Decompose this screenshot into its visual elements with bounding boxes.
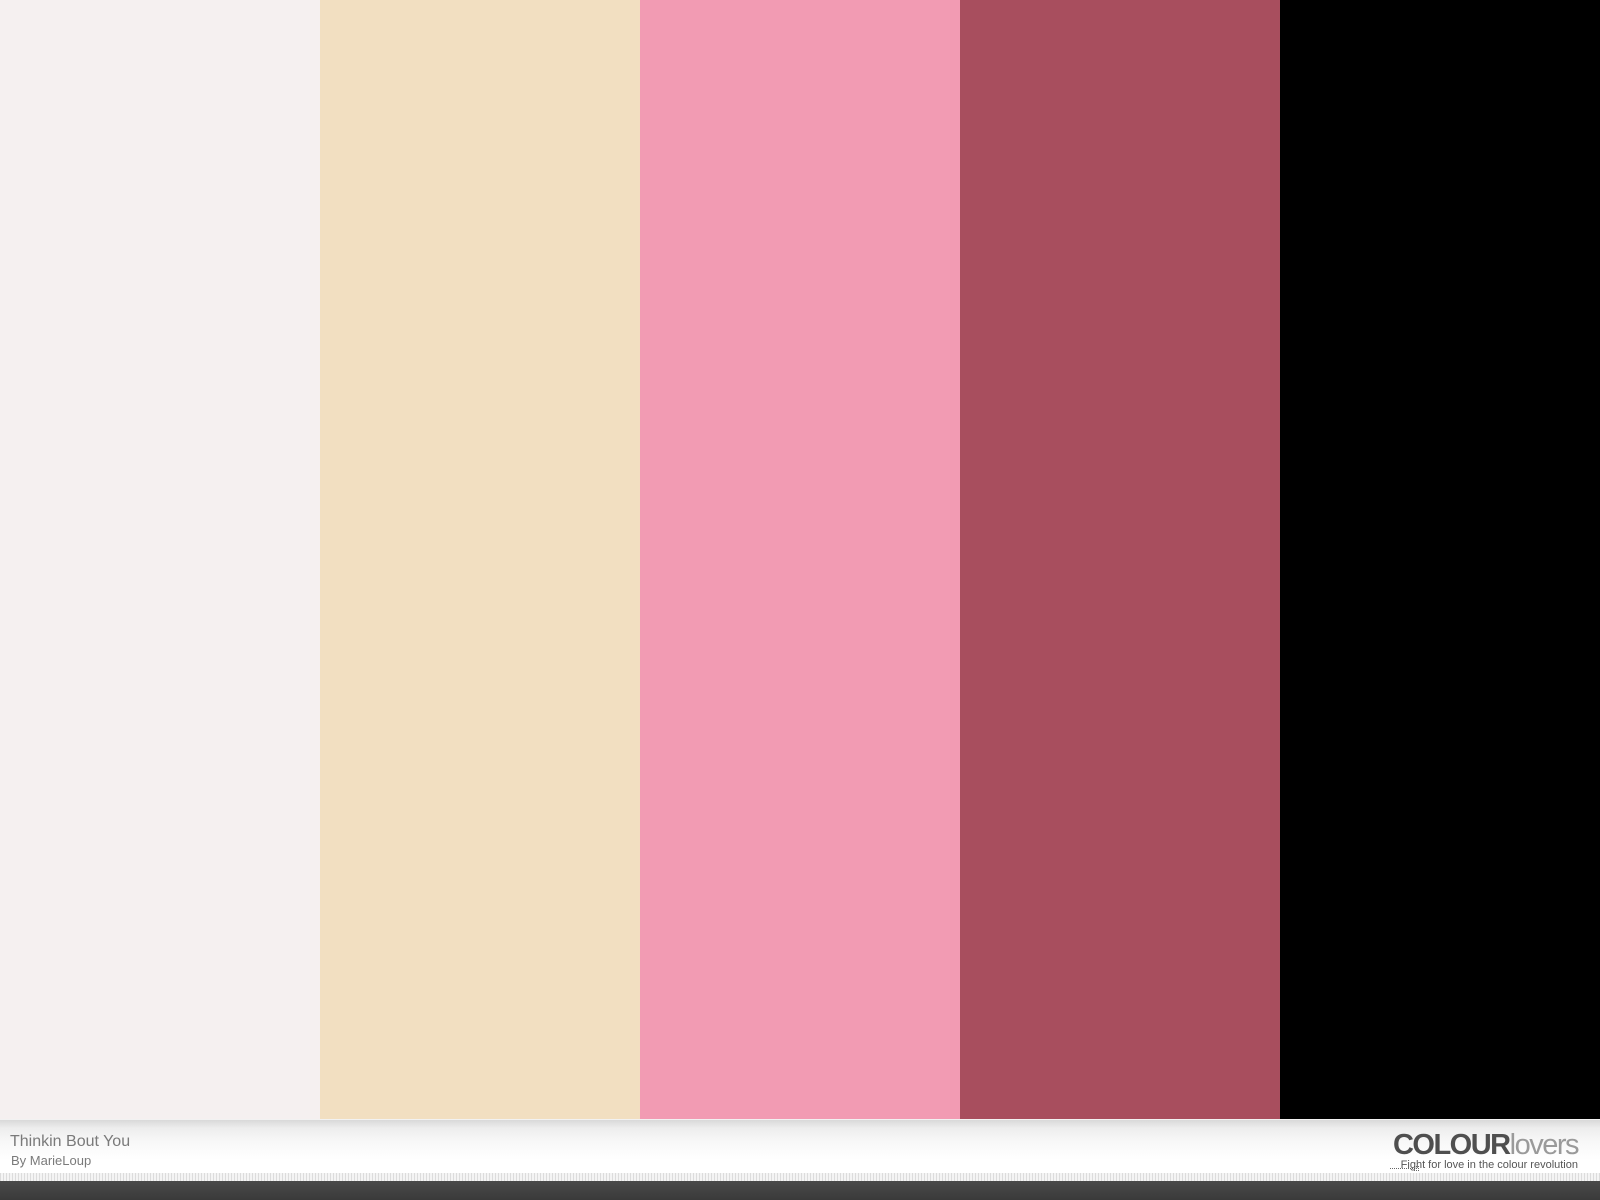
bottom-bar [0, 1181, 1600, 1200]
color-swatch-4 [960, 0, 1280, 1119]
footer-stripe-pattern [0, 1173, 1600, 1181]
color-swatch-2 [320, 0, 640, 1119]
color-swatch-3 [640, 0, 960, 1119]
logo-tagline: Fight for love in the colour revolution [1400, 1159, 1578, 1171]
logo-wordmark-light: lovers [1509, 1129, 1580, 1161]
colourlovers-logo[interactable]: COLOURlovers Fight for love in the colou… [1358, 1129, 1580, 1174]
palette-footer: Thinkin Bout You By MarieLoup COLOURlove… [0, 1119, 1600, 1181]
palette-author: By MarieLoup [11, 1153, 92, 1168]
palette-title: Thinkin Bout You [10, 1133, 131, 1150]
logo-wordmark-strong: COLOUR [1392, 1129, 1511, 1161]
color-palette [0, 0, 1600, 1119]
color-swatch-1 [0, 0, 320, 1119]
logo-wordmark: COLOURlovers [1392, 1129, 1580, 1161]
color-swatch-5 [1280, 0, 1600, 1119]
